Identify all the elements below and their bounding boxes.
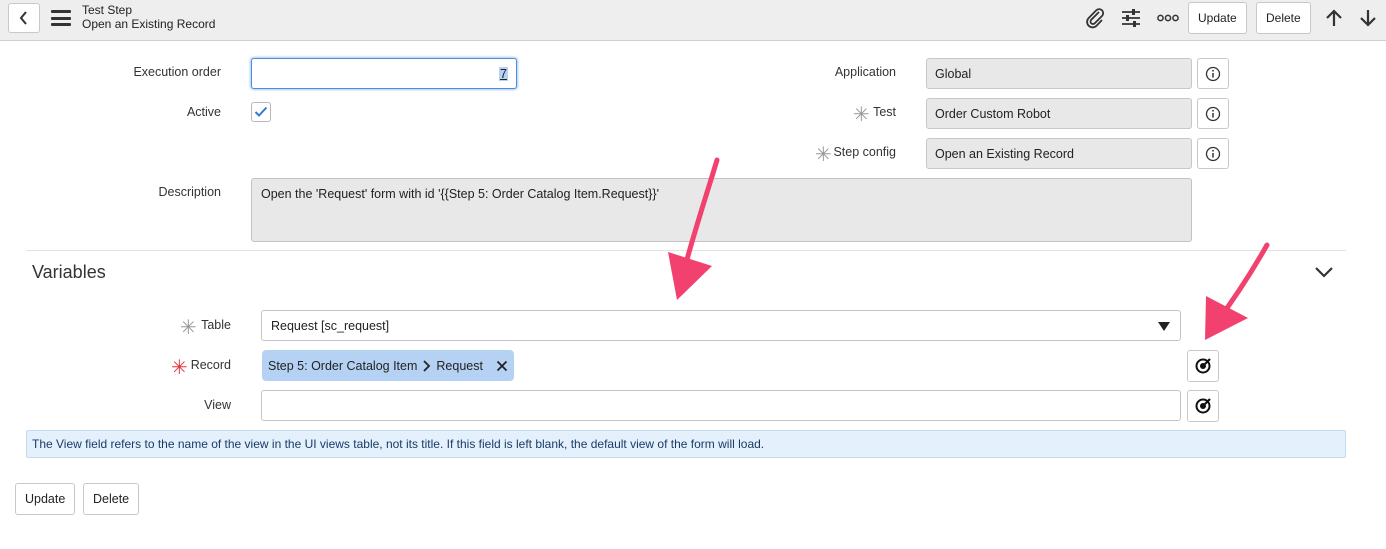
form-header: Test Step Open an Existing Record Update… xyxy=(0,0,1386,41)
step-config-required-icon: ✳ xyxy=(815,144,832,166)
checkmark-icon xyxy=(254,106,268,117)
record-pill-step: Step 5: Order Catalog Item xyxy=(268,358,418,373)
section-divider xyxy=(26,250,1346,251)
back-button[interactable] xyxy=(8,3,40,33)
record-pill[interactable]: Step 5: Order Catalog Item Request xyxy=(262,350,514,381)
settings-sliders-icon[interactable] xyxy=(1118,6,1144,30)
execution-order-input[interactable]: 7 xyxy=(251,58,517,89)
info-icon xyxy=(1205,146,1221,161)
info-icon xyxy=(1205,106,1221,121)
application-label: Application xyxy=(834,65,896,79)
table-select[interactable]: Request [sc_request] xyxy=(261,310,1181,341)
chevron-right-icon xyxy=(423,359,431,372)
arrow-down-icon[interactable] xyxy=(1355,6,1381,30)
attachment-icon[interactable] xyxy=(1082,6,1108,30)
table-label: Table xyxy=(201,318,231,332)
hamburger-menu-icon[interactable] xyxy=(51,10,71,26)
more-options-icon[interactable] xyxy=(1155,6,1181,30)
record-data-pill-picker-button[interactable] xyxy=(1187,350,1219,382)
arrow-up-icon[interactable] xyxy=(1321,6,1347,30)
step-config-info-button[interactable] xyxy=(1197,138,1229,169)
record-label: Record xyxy=(190,358,231,372)
active-label: Active xyxy=(186,105,221,119)
active-checkbox[interactable] xyxy=(251,102,271,122)
header-update-button[interactable]: Update xyxy=(1188,2,1247,34)
execution-order-label: Execution order xyxy=(133,65,221,79)
record-pill-field: Request xyxy=(436,358,483,373)
test-field[interactable]: Order Custom Robot xyxy=(926,98,1192,129)
record-required-icon: ✳ xyxy=(171,357,188,379)
data-pill-picker-icon xyxy=(1195,358,1211,374)
data-pill-picker-icon xyxy=(1195,398,1211,414)
step-config-label: Step config xyxy=(833,145,896,159)
test-info-button[interactable] xyxy=(1197,98,1229,129)
annotation-arrow-2 xyxy=(1205,242,1270,340)
variables-section-title: Variables xyxy=(32,262,106,282)
chevron-left-icon xyxy=(19,11,27,25)
view-data-pill-picker-button[interactable] xyxy=(1187,390,1219,422)
dropdown-arrow-icon xyxy=(1158,322,1170,331)
info-icon xyxy=(1205,66,1221,81)
application-info-button[interactable] xyxy=(1197,58,1229,89)
execution-order-value: 7 xyxy=(499,66,508,81)
chevron-down-icon[interactable] xyxy=(1312,262,1336,282)
application-field[interactable]: Global xyxy=(926,58,1192,89)
view-input[interactable] xyxy=(261,390,1181,421)
test-label: Test xyxy=(873,105,896,119)
close-icon[interactable] xyxy=(496,360,508,372)
record-display-name: Open an Existing Record xyxy=(82,17,216,31)
description-label: Description xyxy=(158,185,221,199)
view-label: View xyxy=(204,398,231,412)
table-required-icon: ✳ xyxy=(180,317,197,339)
record-type-title: Test Step xyxy=(82,3,133,17)
description-field[interactable]: Open the 'Request' form with id '{{Step … xyxy=(251,178,1192,242)
footer-delete-button[interactable]: Delete xyxy=(83,483,140,515)
test-required-icon: ✳ xyxy=(853,104,870,126)
table-select-value: Request [sc_request] xyxy=(271,318,390,333)
step-config-field[interactable]: Open an Existing Record xyxy=(926,138,1192,169)
view-field-notice: The View field refers to the name of the… xyxy=(26,430,1346,458)
footer-update-button[interactable]: Update xyxy=(15,483,76,515)
header-delete-button[interactable]: Delete xyxy=(1256,2,1311,34)
header-title-block: Test Step Open an Existing Record xyxy=(82,3,215,31)
